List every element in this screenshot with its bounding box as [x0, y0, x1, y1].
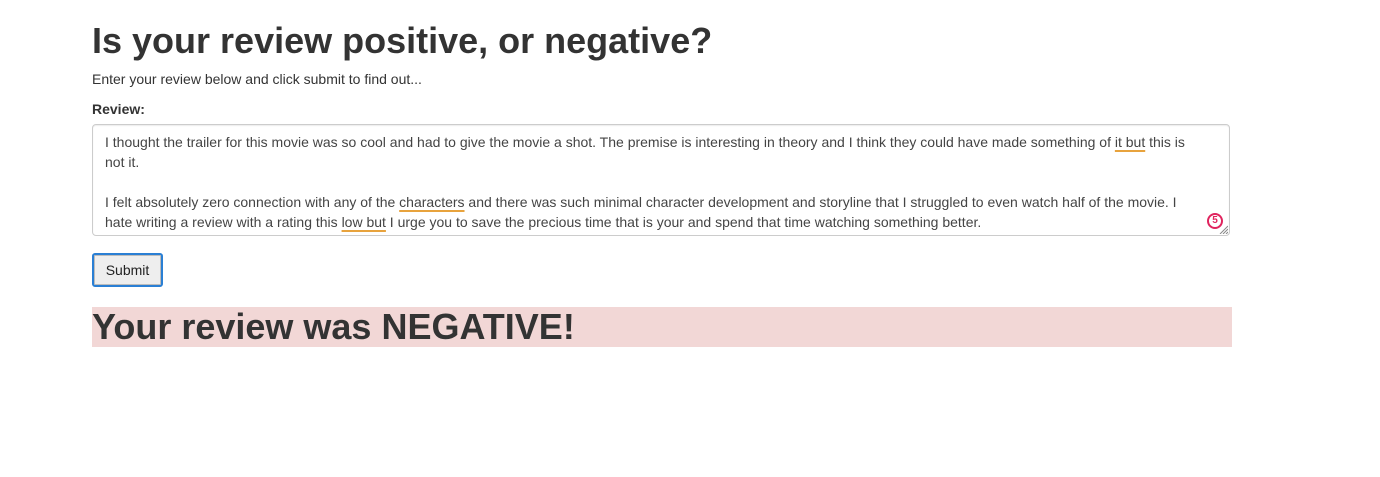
spelling-flag[interactable]: characters	[399, 194, 464, 210]
page-title: Is your review positive, or negative?	[92, 20, 713, 61]
spelling-flag[interactable]: it but	[1115, 134, 1145, 150]
review-text-segment: I urge you to save the precious time tha…	[385, 214, 982, 230]
result-text: Your review was NEGATIVE!	[92, 306, 575, 347]
resize-handle-icon[interactable]	[1218, 224, 1228, 234]
page-subtitle: Enter your review below and click submit…	[92, 71, 422, 87]
result-banner: Your review was NEGATIVE!	[92, 306, 1232, 347]
review-text-segment: I thought the trailer for this movie was…	[105, 134, 1115, 150]
review-label: Review:	[92, 101, 145, 117]
submit-button[interactable]: Submit	[92, 253, 163, 287]
review-paragraph-1: I thought the trailer for this movie was…	[105, 132, 1199, 172]
review-paragraph-2: I felt absolutely zero connection with a…	[105, 192, 1199, 232]
review-textarea[interactable]: I thought the trailer for this movie was…	[92, 124, 1230, 236]
spelling-flag[interactable]: low but	[342, 214, 386, 230]
review-text-segment: I felt absolutely zero connection with a…	[105, 194, 400, 210]
